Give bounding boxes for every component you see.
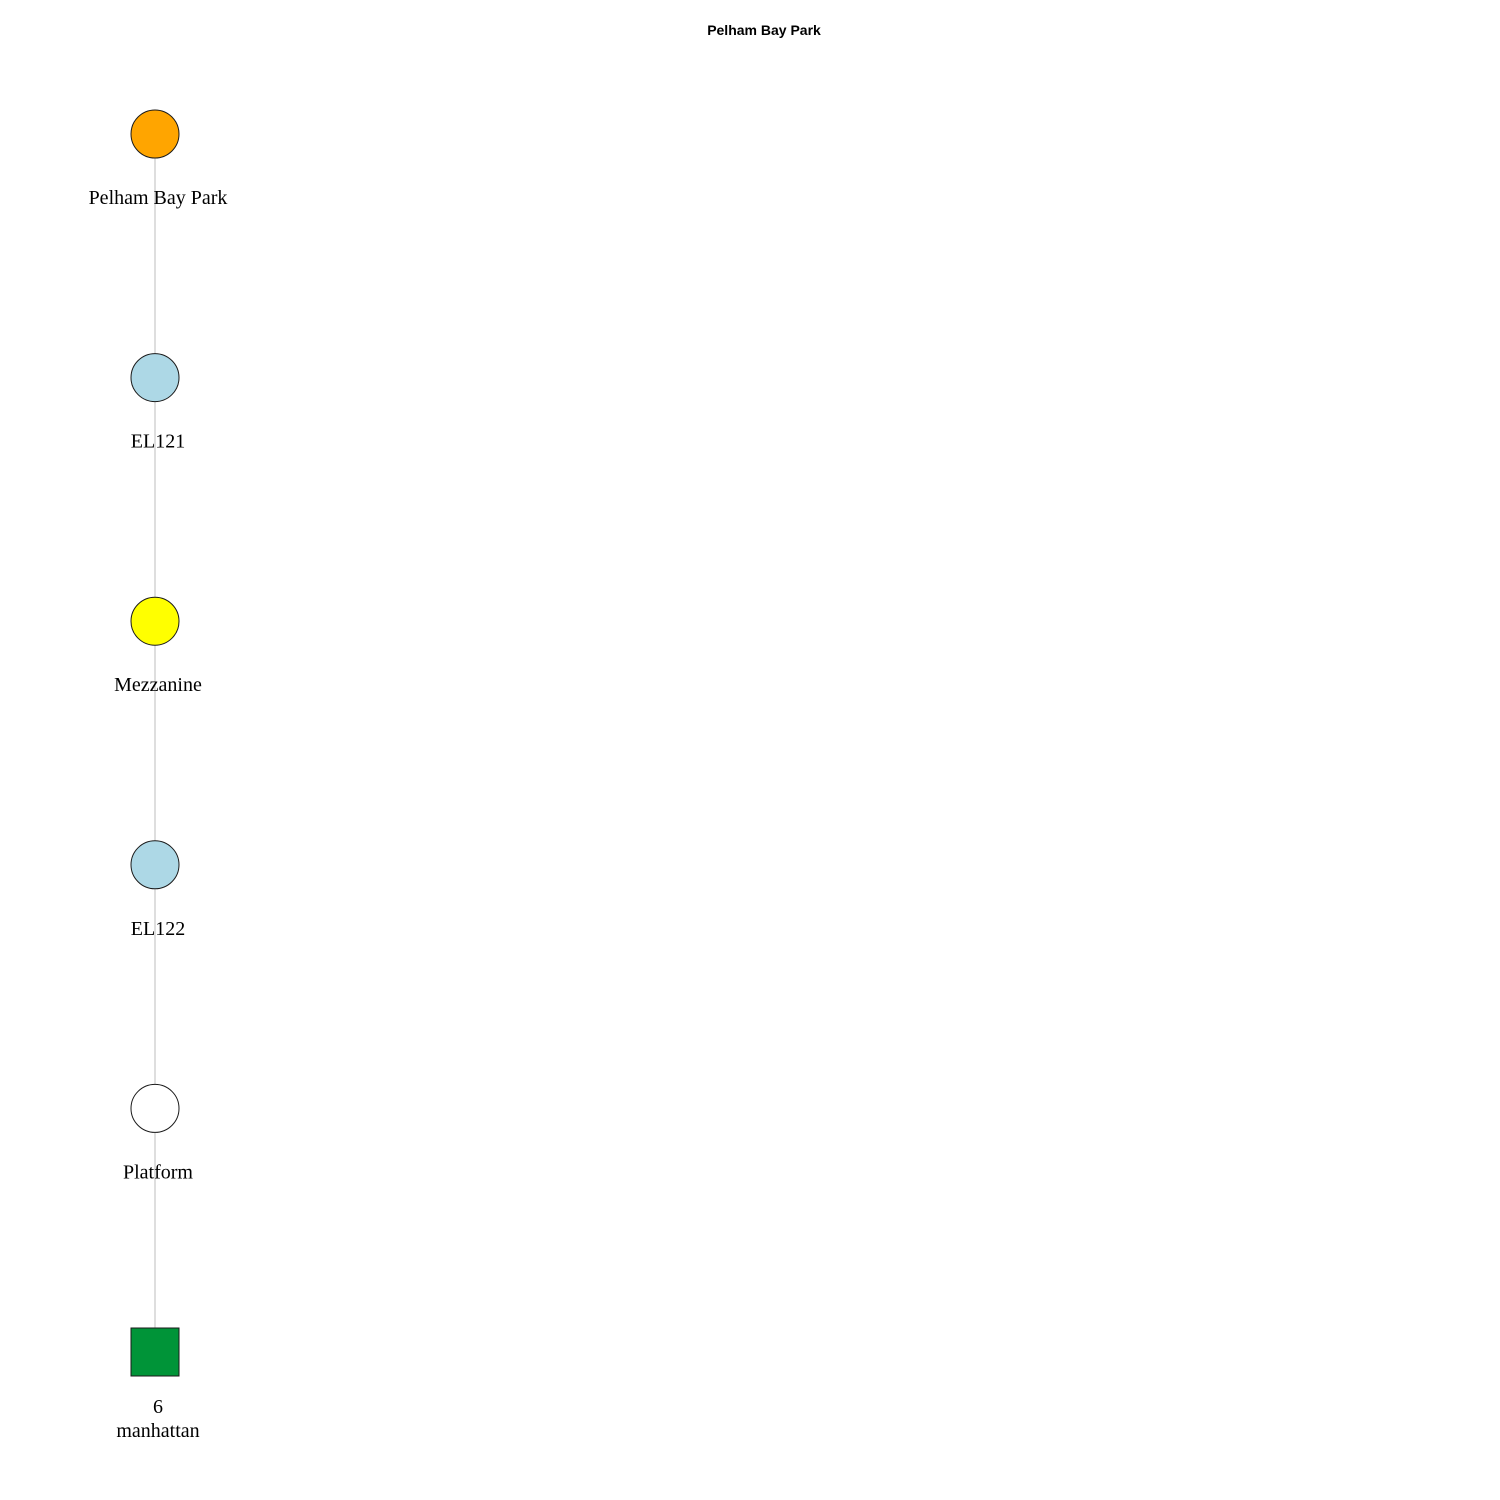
node-label: EL121	[131, 431, 185, 453]
circle-node-marker	[130, 109, 180, 159]
circle-node-marker	[130, 1083, 180, 1133]
circle-node-marker	[130, 840, 180, 890]
node-mezzanine: Mezzanine	[114, 596, 202, 696]
node-6-manhattan: 6manhattan	[116, 1327, 200, 1442]
graph-canvas: Pelham Bay Park Pelham Bay Park EL121 Mezz…	[89, 22, 821, 1442]
circle-node-marker	[130, 596, 180, 646]
node-label: manhattan	[116, 1420, 199, 1442]
diagram-title: Pelham Bay Park	[707, 22, 821, 38]
node-pelham-bay-park: Pelham Bay Park	[89, 109, 228, 209]
node-label: EL122	[131, 918, 185, 940]
node-el122: EL122	[130, 840, 185, 940]
node-label: 6	[153, 1396, 163, 1418]
circle-node-marker	[130, 353, 180, 403]
square-node-marker	[130, 1327, 180, 1377]
node-label: Platform	[123, 1161, 193, 1183]
node-platform: Platform	[123, 1083, 193, 1183]
node-el121: EL121	[130, 353, 185, 453]
node-label: Pelham Bay Park	[89, 187, 228, 209]
node-label: Mezzanine	[114, 674, 202, 696]
nodes-layer: Pelham Bay Park EL121 Mezzanine EL122 Platfo…	[89, 109, 228, 1442]
